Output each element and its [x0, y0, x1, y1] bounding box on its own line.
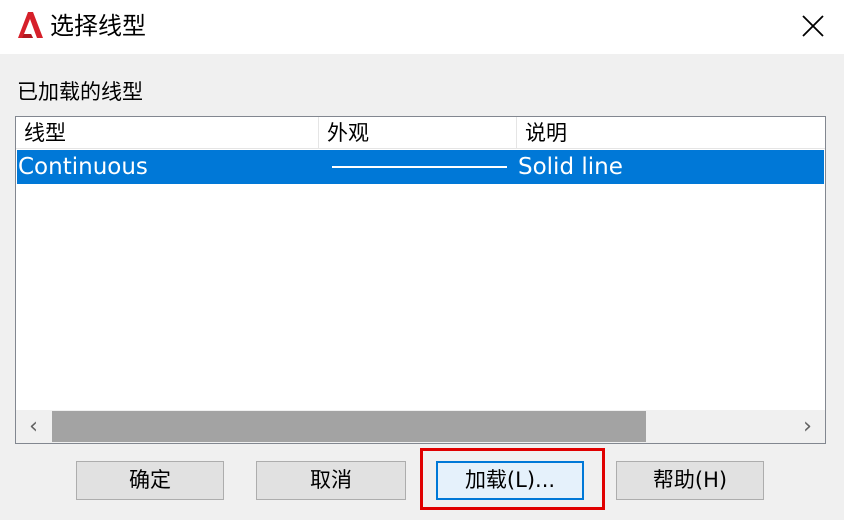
scroll-left-button[interactable]: ‹ [16, 410, 51, 443]
loaded-linetypes-label: 已加载的线型 [17, 80, 143, 104]
column-header-description[interactable]: 说明 [517, 117, 825, 148]
close-icon [802, 15, 824, 37]
horizontal-scrollbar[interactable]: ‹ › [16, 410, 825, 443]
close-button[interactable] [790, 4, 836, 48]
cancel-button[interactable]: 取消 [256, 461, 406, 500]
autocad-logo-icon [16, 10, 44, 40]
table-row[interactable]: Continuous Solid line [17, 150, 824, 184]
list-header: 线型 外观 说明 [16, 117, 825, 149]
highlight-annotation [420, 448, 605, 510]
linetype-description-cell: Solid line [518, 154, 623, 180]
chevron-right-icon: › [803, 414, 812, 439]
ok-button[interactable]: 确定 [76, 461, 224, 500]
chevron-left-icon: ‹ [29, 414, 38, 439]
title-bar: 选择线型 [0, 0, 844, 54]
window-title: 选择线型 [50, 12, 146, 40]
scrollbar-thumb[interactable] [52, 411, 646, 442]
line-appearance-sample [332, 166, 507, 168]
linetype-name-cell: Continuous [18, 154, 148, 180]
column-header-appearance[interactable]: 外观 [319, 117, 516, 148]
help-button[interactable]: 帮助(H) [616, 461, 764, 500]
scroll-right-button[interactable]: › [790, 410, 825, 443]
linetype-list[interactable]: 线型 外观 说明 Continuous Solid line ‹ › [15, 116, 826, 444]
column-header-linetype[interactable]: 线型 [16, 117, 318, 148]
